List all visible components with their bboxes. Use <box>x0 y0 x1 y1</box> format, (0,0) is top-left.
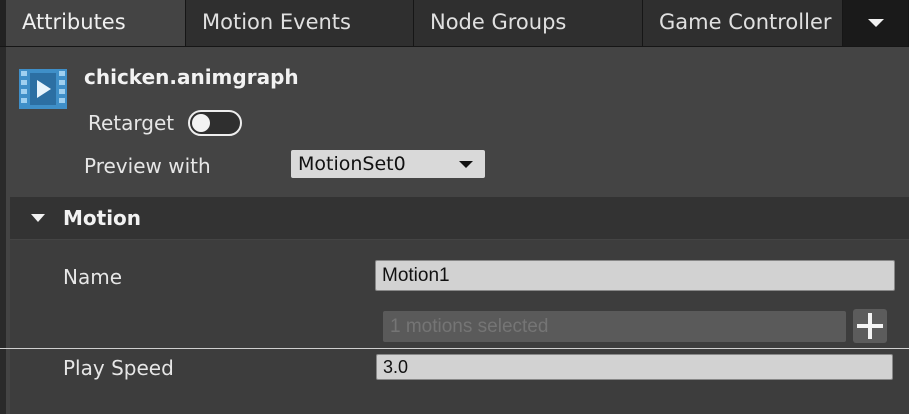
section-title: Motion <box>63 206 142 230</box>
play-speed-input[interactable] <box>376 354 893 380</box>
tab-motion-events[interactable]: Motion Events <box>186 0 414 46</box>
video-clip-icon <box>19 69 67 109</box>
retarget-toggle[interactable] <box>188 110 242 136</box>
chevron-down-icon <box>867 19 884 27</box>
motions-selected-field <box>383 311 846 342</box>
tab-node-groups[interactable]: Node Groups <box>414 0 643 46</box>
motion-name-input[interactable] <box>375 260 895 291</box>
motion-set-dropdown[interactable]: MotionSet0 <box>291 150 485 178</box>
tab-game-controller[interactable]: Game Controller <box>643 0 843 46</box>
chevron-down-icon <box>459 161 473 168</box>
name-label: Name <box>63 265 123 289</box>
preview-with-label: Preview with <box>84 154 211 178</box>
tab-bar: Attributes Motion Events Node Groups Gam… <box>0 0 909 47</box>
motion-section-header[interactable]: Motion <box>10 197 909 239</box>
plus-icon-vertical <box>868 313 872 339</box>
tabs-overflow-button[interactable] <box>843 0 909 46</box>
motion-set-value: MotionSet0 <box>298 153 406 175</box>
divider <box>0 348 909 349</box>
toggle-knob <box>192 114 210 132</box>
collapse-arrow-icon <box>31 214 45 222</box>
add-motion-button[interactable] <box>853 309 887 343</box>
asset-file-name: chicken.animgraph <box>84 65 299 89</box>
tab-attributes[interactable]: Attributes <box>6 0 186 46</box>
retarget-label: Retarget <box>88 111 175 135</box>
play-speed-label: Play Speed <box>63 356 174 380</box>
